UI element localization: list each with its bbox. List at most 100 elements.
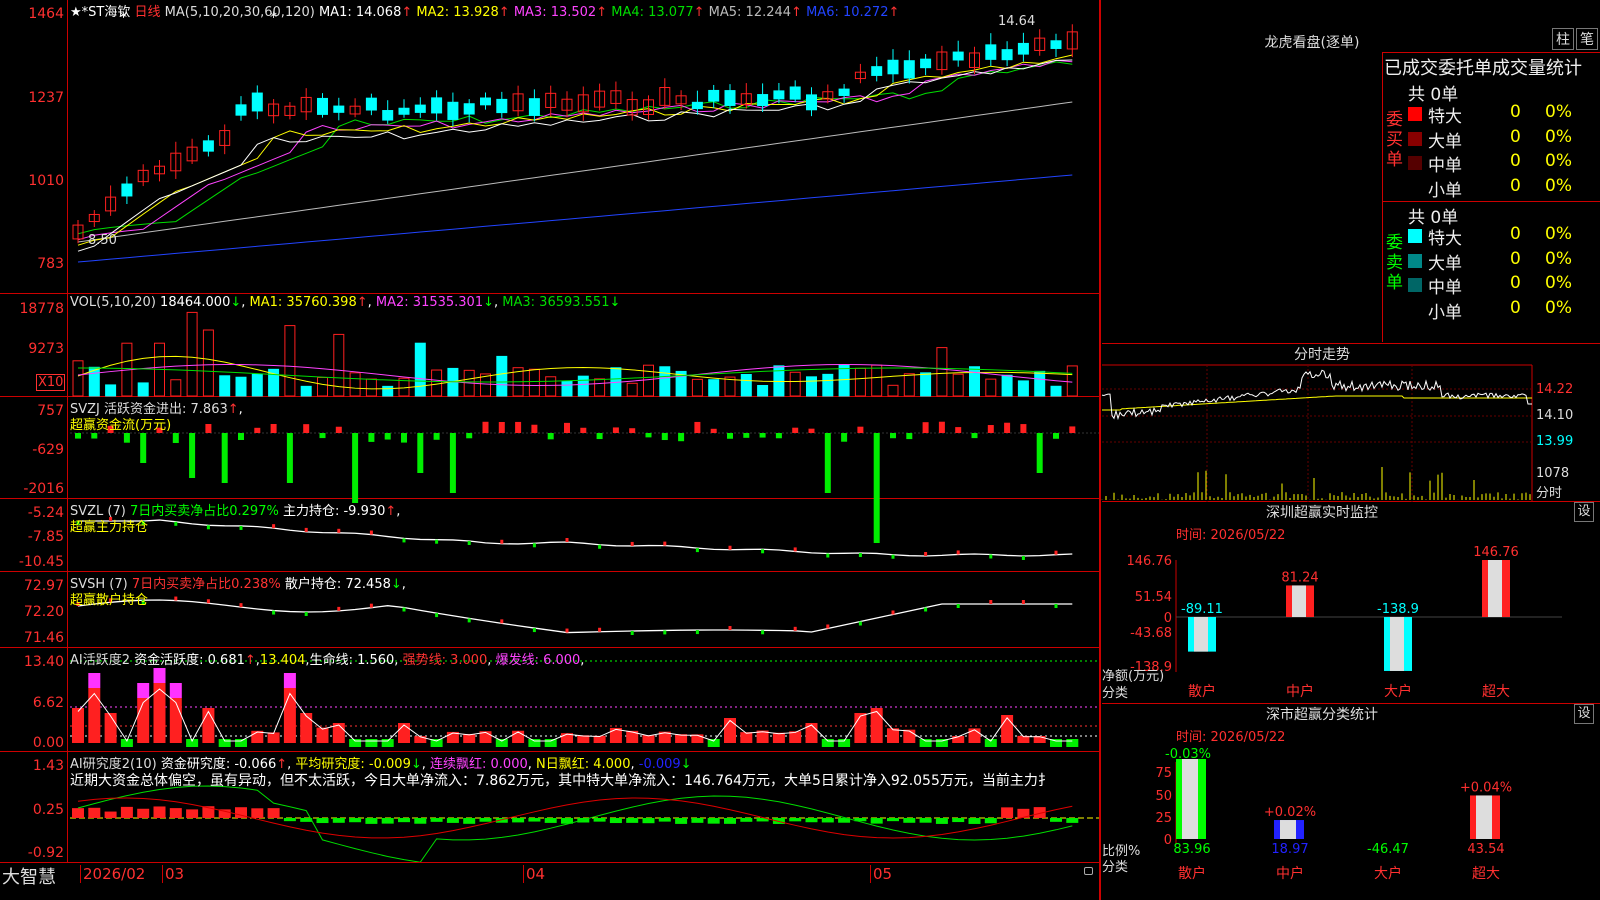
- sz-monitor-panel[interactable]: 深圳超赢实时监控 设 时间: 2026/05/22 146.76 51.54 0 -4…: [1102, 502, 1600, 704]
- stock-title[interactable]: ★*ST海钦: [70, 5, 130, 20]
- flow-bar: [1004, 422, 1011, 433]
- row-label: 中单: [1428, 156, 1462, 176]
- volume-bar: [806, 376, 817, 397]
- volume-pane[interactable]: 18778 9273 X10 VOL(5,10,20) 18464.000↓, …: [0, 294, 1100, 397]
- research-bar: [609, 818, 622, 824]
- flow-bar: [335, 426, 342, 433]
- research-bar: [724, 818, 736, 824]
- ai1-b: 13.404: [259, 653, 306, 668]
- research-bar: [332, 818, 345, 823]
- research-bar: [626, 818, 639, 823]
- svzj-pane[interactable]: 757 -629 -2016 SVZJ 活跃资金进出: 7.863↑, 超赢资金…: [0, 397, 1100, 543]
- brand-label[interactable]: 大智慧: [2, 863, 56, 889]
- szc-bar-shine: [1182, 759, 1198, 839]
- bar-mode-button[interactable]: 柱: [1552, 28, 1574, 50]
- price-header: ★*ST海钦 日线 MA(5,10,20,30,60,120) MA1: 14.…: [70, 1, 899, 20]
- volume-bar: [1017, 380, 1029, 397]
- research-bar: [903, 818, 916, 823]
- flow-bar: [1053, 433, 1059, 439]
- research-bar: [186, 809, 199, 818]
- research-bar: [952, 818, 965, 823]
- volume-bar: [317, 377, 328, 397]
- volume-bar: [838, 364, 850, 397]
- ai-research-pane[interactable]: 1.43 0.25 -0.92 AI研究度2(10) 资金研究度: -0.066…: [0, 752, 1100, 863]
- up-arrow: ↑: [596, 5, 608, 20]
- timeshare-panel[interactable]: 分时走势 14.22 14.10 13.99 1078 分时: [1101, 344, 1600, 502]
- candle-body: [773, 90, 785, 100]
- down-arrow: ↓: [483, 295, 495, 310]
- svsh-pane[interactable]: 72.97 72.20 71.46 SVSH (7) 7日内买卖净占比0.238…: [0, 572, 1100, 648]
- candle-body: [806, 94, 817, 111]
- activity-bar: [544, 739, 557, 747]
- flow-bar: [417, 433, 424, 473]
- timeshare-chart[interactable]: [1101, 344, 1600, 502]
- activity-bar: [300, 713, 313, 743]
- row-value: 0: [1510, 175, 1521, 196]
- candle-body: [528, 98, 540, 116]
- research-bar: [88, 807, 101, 818]
- legend-swatch: [1408, 131, 1422, 146]
- flow-bar: [172, 433, 179, 443]
- activity-line: [77, 688, 1073, 743]
- candle-body: [691, 101, 703, 110]
- candle-body: [251, 92, 263, 112]
- sz-classify-chart[interactable]: 75 50 25 0 -0.03% 83.96 散户 +0.02% 18.97 中户 -46.47 大…: [1102, 704, 1600, 900]
- lock-icon[interactable]: [1084, 867, 1093, 875]
- indicator-line: [77, 599, 1073, 634]
- price-pane[interactable]: 1464 1237 1010 783 * * ★*ST海钦 日线 MA(5,10,…: [0, 0, 1100, 294]
- flow-bar: [629, 428, 636, 433]
- legend-swatch: [1408, 156, 1422, 170]
- candle-body: [202, 140, 214, 152]
- flow-bar: [938, 421, 945, 433]
- activity-bar: [903, 729, 916, 743]
- svsh-desc: 7日内买卖净占比0.238%: [131, 577, 281, 592]
- sz-monitor-chart[interactable]: 146.7651.540-43.68-138.9-89.11散户81.24中户-…: [1102, 502, 1600, 704]
- candlestick-chart[interactable]: * *: [0, 0, 1100, 294]
- longhu-title: 龙虎看盘(逐单): [1264, 35, 1360, 51]
- activity-bar: [202, 708, 215, 743]
- date-start: 2026/02: [80, 865, 145, 883]
- period-label[interactable]: 日线: [135, 5, 161, 20]
- flow-bar: [238, 433, 244, 440]
- row-percent: 0%: [1545, 102, 1572, 122]
- flow-bar: [727, 433, 733, 439]
- research-bar: [707, 818, 720, 824]
- szm-category: 超大: [1482, 684, 1510, 700]
- ai-activity-pane[interactable]: 13.40 6.62 0.00 AI活跃度2 资金活跃度: 0.681↑,13.…: [0, 648, 1100, 752]
- ai1-header: AI活跃度2 资金活跃度: 0.681↑,13.404,生命线: 1.560, …: [70, 653, 585, 668]
- szc-tick: 75: [1155, 766, 1172, 781]
- legend-swatch: [1408, 229, 1422, 243]
- vol-ma1: MA1: 35760.398: [249, 295, 357, 310]
- ma-line: [77, 174, 1073, 263]
- row-percent: 0%: [1545, 273, 1572, 293]
- flow-bar: [955, 427, 962, 433]
- activity-bar: [88, 688, 101, 743]
- tick-mode-button[interactable]: 笔: [1576, 28, 1598, 50]
- activity-bar: [72, 708, 84, 743]
- volume-bar: [1001, 374, 1013, 397]
- sz-classify-panel[interactable]: 深市超赢分类统计 设 时间: 2026/05/22 75 50 25 0 -0.03% 8…: [1102, 704, 1600, 900]
- szm-category: 散户: [1188, 683, 1216, 700]
- research-bar: [675, 818, 688, 824]
- volume-bar: [72, 360, 84, 397]
- longhu-panel[interactable]: 龙虎看盘(逐单) 柱 笔 已成交委托单成交量统计 委买单 共 0单 委卖单 共 …: [1102, 0, 1600, 344]
- vol-ma3: MA3: 36593.551: [502, 295, 610, 310]
- volume-bar: [431, 369, 443, 397]
- flow-bar: [906, 433, 913, 440]
- szc-category: 大户: [1374, 865, 1402, 882]
- panel-divider[interactable]: [1099, 0, 1101, 900]
- volume-bar: [235, 376, 247, 397]
- buy-side-label: 委买单: [1386, 110, 1403, 170]
- legend-swatch: [1408, 107, 1422, 121]
- szc-pct-label: 43.54: [1467, 842, 1504, 857]
- volume-bar: [691, 378, 703, 397]
- research-bar: [398, 818, 410, 823]
- candle-body: [480, 97, 491, 106]
- ai1-d: 强势线: 3.000: [402, 653, 488, 668]
- ma-value-ma2: MA2: 13.928: [412, 5, 499, 20]
- ma-value-ma3: MA3: 13.502: [509, 5, 597, 20]
- svzl-pane[interactable]: -5.24 -7.85 -10.45 SVZL (7) 7日内买卖净占比0.29…: [0, 499, 1100, 572]
- ts-price-mid: 14.10: [1536, 408, 1574, 423]
- vol-header: VOL(5,10,20) 18464.000↓, MA1: 35760.398↑…: [70, 295, 621, 310]
- volume-bar: [186, 311, 198, 397]
